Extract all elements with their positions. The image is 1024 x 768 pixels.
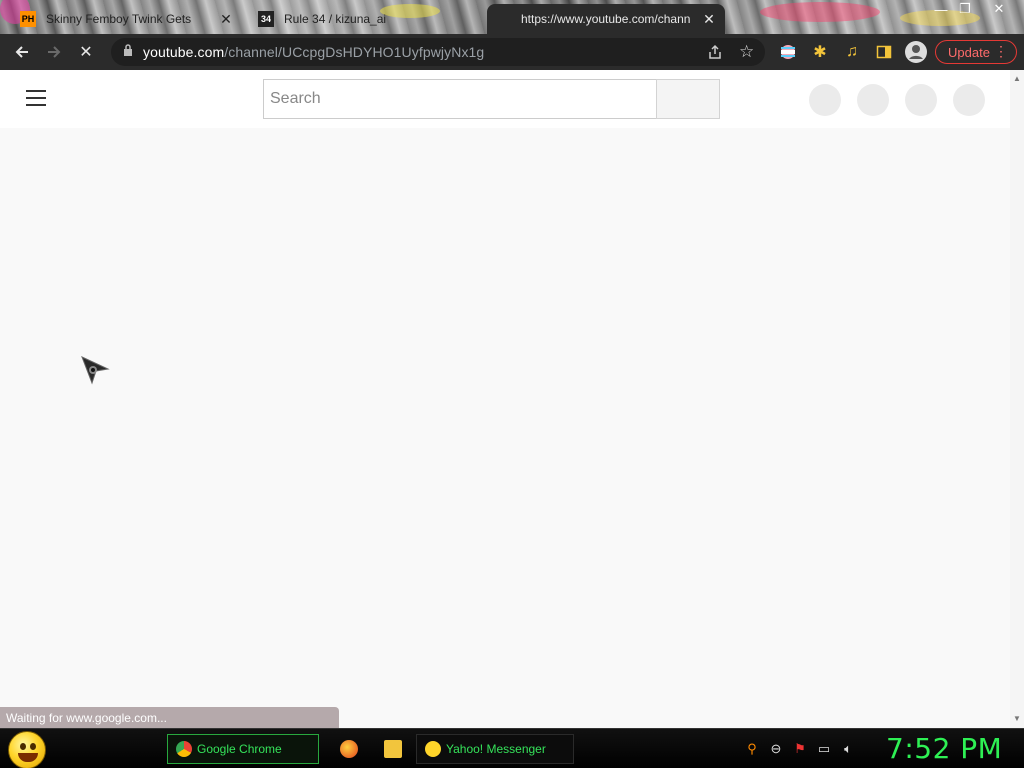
taskbar-clock[interactable]: 7:52 PM: [886, 732, 1002, 765]
profile-avatar-icon[interactable]: [904, 40, 928, 64]
extensions-puzzle-icon[interactable]: ✱: [808, 40, 832, 64]
placeholder-icon[interactable]: [953, 84, 985, 116]
taskbar-item-label: Google Chrome: [197, 742, 282, 756]
side-panel-icon[interactable]: [872, 40, 896, 64]
file-explorer-icon[interactable]: [384, 740, 402, 758]
close-window-icon[interactable]: ✕: [984, 0, 1014, 18]
extension-flag-icon[interactable]: [776, 40, 800, 64]
browser-toolbar: ✕ youtube.com/channel/UCcpgDsHDYHO1Uyfpw…: [0, 34, 1024, 70]
bookmark-star-icon[interactable]: ☆: [739, 42, 754, 62]
chrome-icon: [176, 741, 192, 757]
taskbar-item-chrome[interactable]: Google Chrome: [167, 734, 319, 764]
tab-title: Skinny Femboy Twink Gets: [46, 12, 192, 26]
search-magnifier-icon[interactable]: ⚲: [744, 741, 760, 757]
youtube-header: [0, 70, 1010, 128]
placeholder-icon[interactable]: [857, 84, 889, 116]
search-button[interactable]: [656, 79, 720, 119]
update-label: Update: [948, 44, 990, 60]
back-arrow-icon[interactable]: [10, 40, 34, 64]
page-content-loading: [0, 128, 1010, 728]
search-input[interactable]: [263, 79, 657, 119]
lock-icon[interactable]: [123, 43, 133, 61]
media-playlist-icon[interactable]: ♫: [840, 40, 864, 64]
yahoo-messenger-icon: [425, 741, 441, 757]
forward-arrow-icon[interactable]: [42, 40, 66, 64]
url-text[interactable]: youtube.com/channel/UCcpgDsHDYHO1Uyfpwjy…: [143, 44, 484, 60]
close-tab-icon[interactable]: ✕: [701, 11, 717, 28]
minus-circle-icon[interactable]: ⊖: [768, 741, 784, 757]
background-splash: [760, 2, 880, 22]
tab-rule34[interactable]: 34 Rule 34 / kizuna_ai: [250, 4, 480, 34]
start-button-smiley-icon[interactable]: [8, 731, 46, 768]
scroll-up-arrow-icon[interactable]: ▲: [1013, 74, 1021, 83]
mouse-cursor-icon: [80, 355, 110, 390]
action-center-flag-icon[interactable]: ⚑: [792, 741, 808, 757]
address-bar[interactable]: youtube.com/channel/UCcpgDsHDYHO1Uyfpwjy…: [111, 38, 765, 66]
site-favicon-icon: 34: [258, 11, 274, 27]
update-button[interactable]: Update ⋮: [935, 40, 1017, 64]
close-tab-icon[interactable]: ✕: [218, 11, 234, 28]
share-icon[interactable]: [707, 44, 723, 65]
scroll-down-arrow-icon[interactable]: ▼: [1013, 714, 1021, 723]
tab-strip: PH Skinny Femboy Twink Gets ✕ 34 Rule 34…: [0, 0, 1024, 34]
windows-taskbar: Google Chrome Yahoo! Messenger ⚲ ⊖ ⚑ ▭ 🔈…: [0, 728, 1024, 768]
volume-icon[interactable]: 🔈︎: [840, 741, 856, 757]
tab-title: https://www.youtube.com/chann: [521, 12, 691, 26]
restore-icon[interactable]: ❐: [950, 0, 980, 18]
loading-favicon-icon: [495, 11, 511, 27]
taskbar-item-yahoo-messenger[interactable]: Yahoo! Messenger: [416, 734, 574, 764]
tab-pornhub[interactable]: PH Skinny Femboy Twink Gets ✕: [12, 4, 242, 34]
menu-hamburger-icon[interactable]: [26, 90, 46, 106]
page-scrollbar[interactable]: ▲ ▼: [1010, 70, 1024, 728]
placeholder-icon[interactable]: [905, 84, 937, 116]
status-bubble: Waiting for www.google.com...: [0, 707, 339, 728]
network-icon[interactable]: ▭: [816, 741, 832, 757]
tab-youtube-active[interactable]: https://www.youtube.com/chann ✕: [487, 4, 725, 34]
placeholder-icon[interactable]: [809, 84, 841, 116]
tab-title: Rule 34 / kizuna_ai: [284, 12, 387, 26]
more-menu-icon[interactable]: ⋮: [994, 43, 1008, 60]
taskbar-item-label: Yahoo! Messenger: [446, 742, 546, 756]
site-favicon-icon: PH: [20, 11, 36, 27]
stop-loading-icon[interactable]: ✕: [74, 40, 98, 64]
firefox-icon[interactable]: [340, 740, 358, 758]
